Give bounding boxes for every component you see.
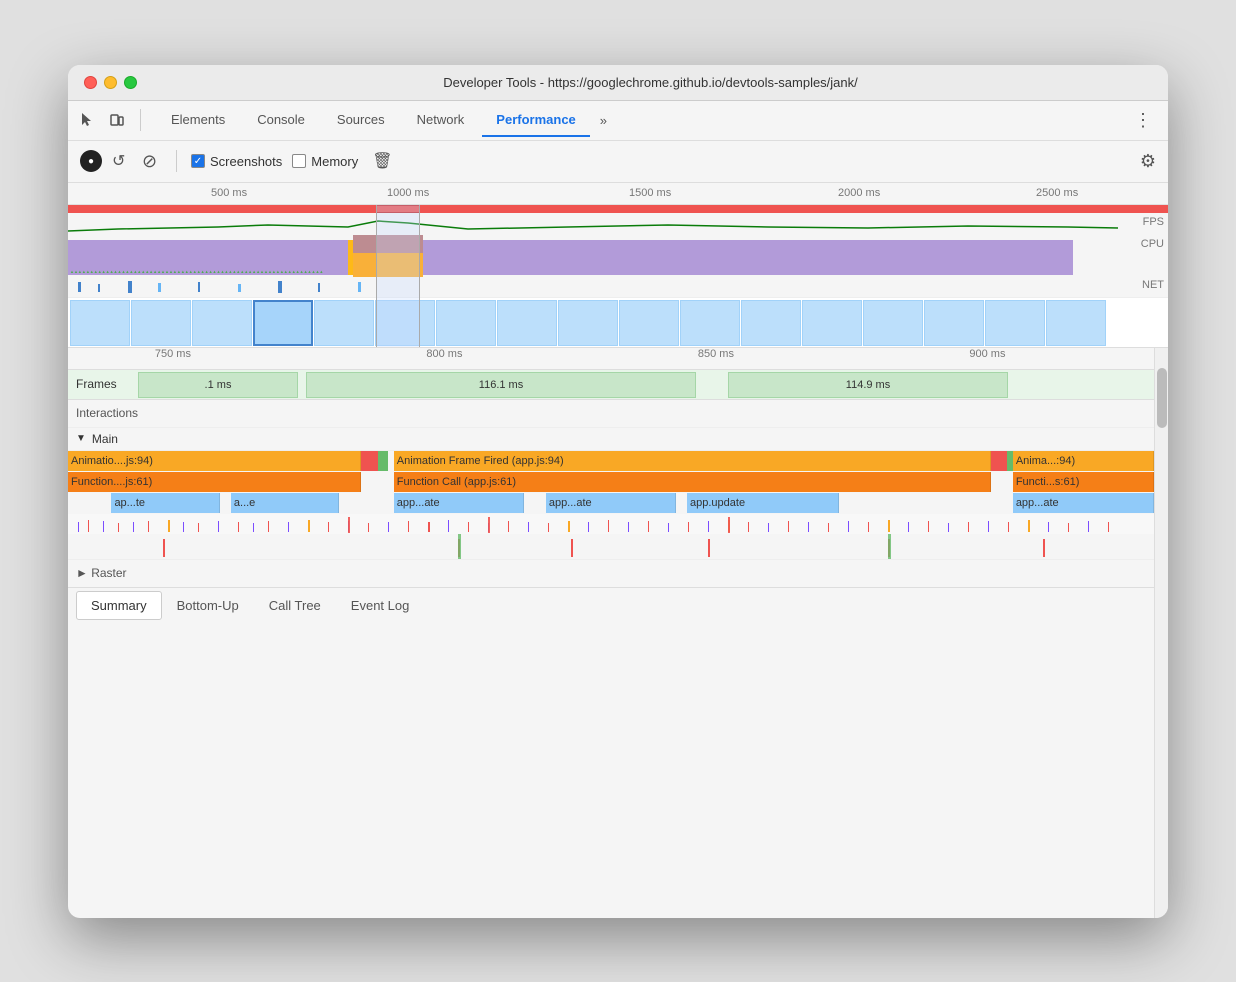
main-label: Main [92, 432, 118, 446]
frame-entry-1[interactable]: .1 ms [138, 372, 298, 398]
fps-label: FPS [1143, 216, 1164, 228]
device-icon[interactable] [106, 109, 128, 131]
flame-block-anim-2[interactable]: Animation Frame Fired (app.js:94) [394, 451, 991, 471]
flame-block-app-4[interactable]: app...ate [546, 493, 676, 513]
trash-button[interactable]: 🗑 [372, 151, 392, 171]
cpu-label: CPU [1141, 238, 1164, 250]
memory-checkbox[interactable] [292, 154, 306, 168]
flame-block-app-3[interactable]: app...ate [394, 493, 524, 513]
overview-panel[interactable]: 500 ms 1000 ms 1500 ms 2000 ms 2500 ms F… [68, 183, 1168, 348]
tab-more[interactable]: » [594, 109, 613, 132]
traffic-lights [84, 76, 137, 89]
window-title: Developer Tools - https://googlechrome.g… [149, 75, 1152, 90]
frames-row: Frames .1 ms 116.1 ms 114.9 ms [68, 370, 1154, 400]
tab-event-log[interactable]: Event Log [336, 591, 425, 620]
bottom-tabs: Summary Bottom-Up Call Tree Event Log [68, 587, 1154, 623]
frames-label: Frames [76, 377, 136, 391]
close-button[interactable] [84, 76, 97, 89]
time-label-2500: 2500 ms [1036, 187, 1078, 199]
overview-time-ruler: 500 ms 1000 ms 1500 ms 2000 ms 2500 ms [68, 183, 1168, 205]
tab-elements[interactable]: Elements [157, 104, 239, 137]
reload-button[interactable]: ↺ [112, 151, 132, 171]
tab-summary[interactable]: Summary [76, 591, 162, 620]
minimize-button[interactable] [104, 76, 117, 89]
flame-block-func-1[interactable]: Function....js:61) [68, 472, 361, 492]
tab-call-tree[interactable]: Call Tree [254, 591, 336, 620]
main-section-header[interactable]: ▼ Main [68, 428, 1154, 451]
timing-marks [68, 534, 1154, 559]
flame-row-1: Animatio....js:94) Animation Frame Fired… [68, 451, 1154, 471]
flame-row-2: Function....js:61) Function Call (app.js… [68, 472, 1154, 492]
check-icon: ✓ [194, 156, 202, 167]
screenshots-label: Screenshots [210, 154, 282, 169]
flame-block-func-2[interactable]: Function Call (app.js:61) [394, 472, 991, 492]
tab-bar: Elements Console Sources Network Perform… [68, 101, 1168, 141]
detail-time-800: 800 ms [426, 348, 462, 360]
time-label-1000: 1000 ms [387, 187, 429, 199]
scrollbar-thumb[interactable] [1157, 368, 1167, 428]
detail-time-850: 850 ms [698, 348, 734, 360]
tab-network[interactable]: Network [403, 104, 479, 137]
tiny-marks-row [68, 514, 1154, 534]
raster-label: ► Raster [76, 566, 127, 580]
toolbar-divider [176, 150, 177, 172]
maximize-button[interactable] [124, 76, 137, 89]
flame-block-func-3[interactable]: Functi...s:61) [1013, 472, 1154, 492]
tab-bottom-up[interactable]: Bottom-Up [162, 591, 254, 620]
scrollbar[interactable] [1154, 348, 1168, 918]
flame-chart: Animatio....js:94) Animation Frame Fired… [68, 451, 1154, 559]
time-label-2000: 2000 ms [838, 187, 880, 199]
screenshots-checkbox[interactable]: ✓ [191, 154, 205, 168]
detail-time-ruler: 750 ms 800 ms 850 ms 900 ms [68, 348, 1154, 370]
tab-console[interactable]: Console [243, 104, 319, 137]
flame-block-app-5[interactable]: app.update [687, 493, 839, 513]
tab-sources[interactable]: Sources [323, 104, 399, 137]
flame-red-marker-2 [991, 451, 1007, 471]
settings-button[interactable]: ⚙ [1140, 151, 1156, 172]
flame-block-anim-3[interactable]: Anima...:94) [1013, 451, 1154, 471]
detail-time-900: 900 ms [969, 348, 1005, 360]
clear-button[interactable]: ⊘ [142, 151, 162, 171]
tab-icons [76, 109, 145, 131]
flame-green-marker-1 [378, 451, 389, 471]
flame-block-app-6[interactable]: app...ate [1013, 493, 1154, 513]
flame-block-app-2[interactable]: a...e [231, 493, 340, 513]
main-layout: 750 ms 800 ms 850 ms 900 ms Frames .1 ms… [68, 348, 1168, 918]
time-label-1500: 1500 ms [629, 187, 671, 199]
time-label-500: 500 ms [211, 187, 247, 199]
flame-red-marker-1 [361, 451, 377, 471]
detail-time-750: 750 ms [155, 348, 191, 360]
tab-divider [140, 109, 141, 131]
track-panel: 750 ms 800 ms 850 ms 900 ms Frames .1 ms… [68, 348, 1154, 918]
memory-label: Memory [311, 154, 358, 169]
overview-canvas[interactable]: FPS ▲▲▲▲▲▲▲▲▲▲▲▲▲▲▲▲▲▲▲▲▲▲▲▲▲▲▲▲▲▲▲▲▲▲▲▲… [68, 205, 1168, 348]
raster-row[interactable]: ► Raster [68, 559, 1154, 587]
title-bar: Developer Tools - https://googlechrome.g… [68, 65, 1168, 101]
interactions-row: Interactions [68, 400, 1154, 428]
flame-block-app-1[interactable]: ap...te [111, 493, 220, 513]
screenshots-checkbox-label[interactable]: ✓ Screenshots [191, 154, 282, 169]
frame-entry-3[interactable]: 114.9 ms [728, 372, 1008, 398]
cursor-icon[interactable] [76, 109, 98, 131]
devtools-window: Developer Tools - https://googlechrome.g… [68, 65, 1168, 918]
flame-row-3: ap...te a...e app...ate app...ate app.up… [68, 493, 1154, 513]
tab-performance[interactable]: Performance [482, 104, 589, 137]
record-button[interactable]: ● [80, 150, 102, 172]
menu-dots[interactable]: ⋮ [1126, 106, 1160, 135]
collapse-icon[interactable]: ▼ [76, 433, 86, 444]
frame-entry-2[interactable]: 116.1 ms [306, 372, 696, 398]
interactions-label: Interactions [76, 406, 138, 420]
memory-checkbox-label[interactable]: Memory [292, 154, 358, 169]
flame-block-anim-1[interactable]: Animatio....js:94) [68, 451, 361, 471]
toolbar: ● ↺ ⊘ ✓ Screenshots Memory 🗑 ⚙ [68, 141, 1168, 183]
